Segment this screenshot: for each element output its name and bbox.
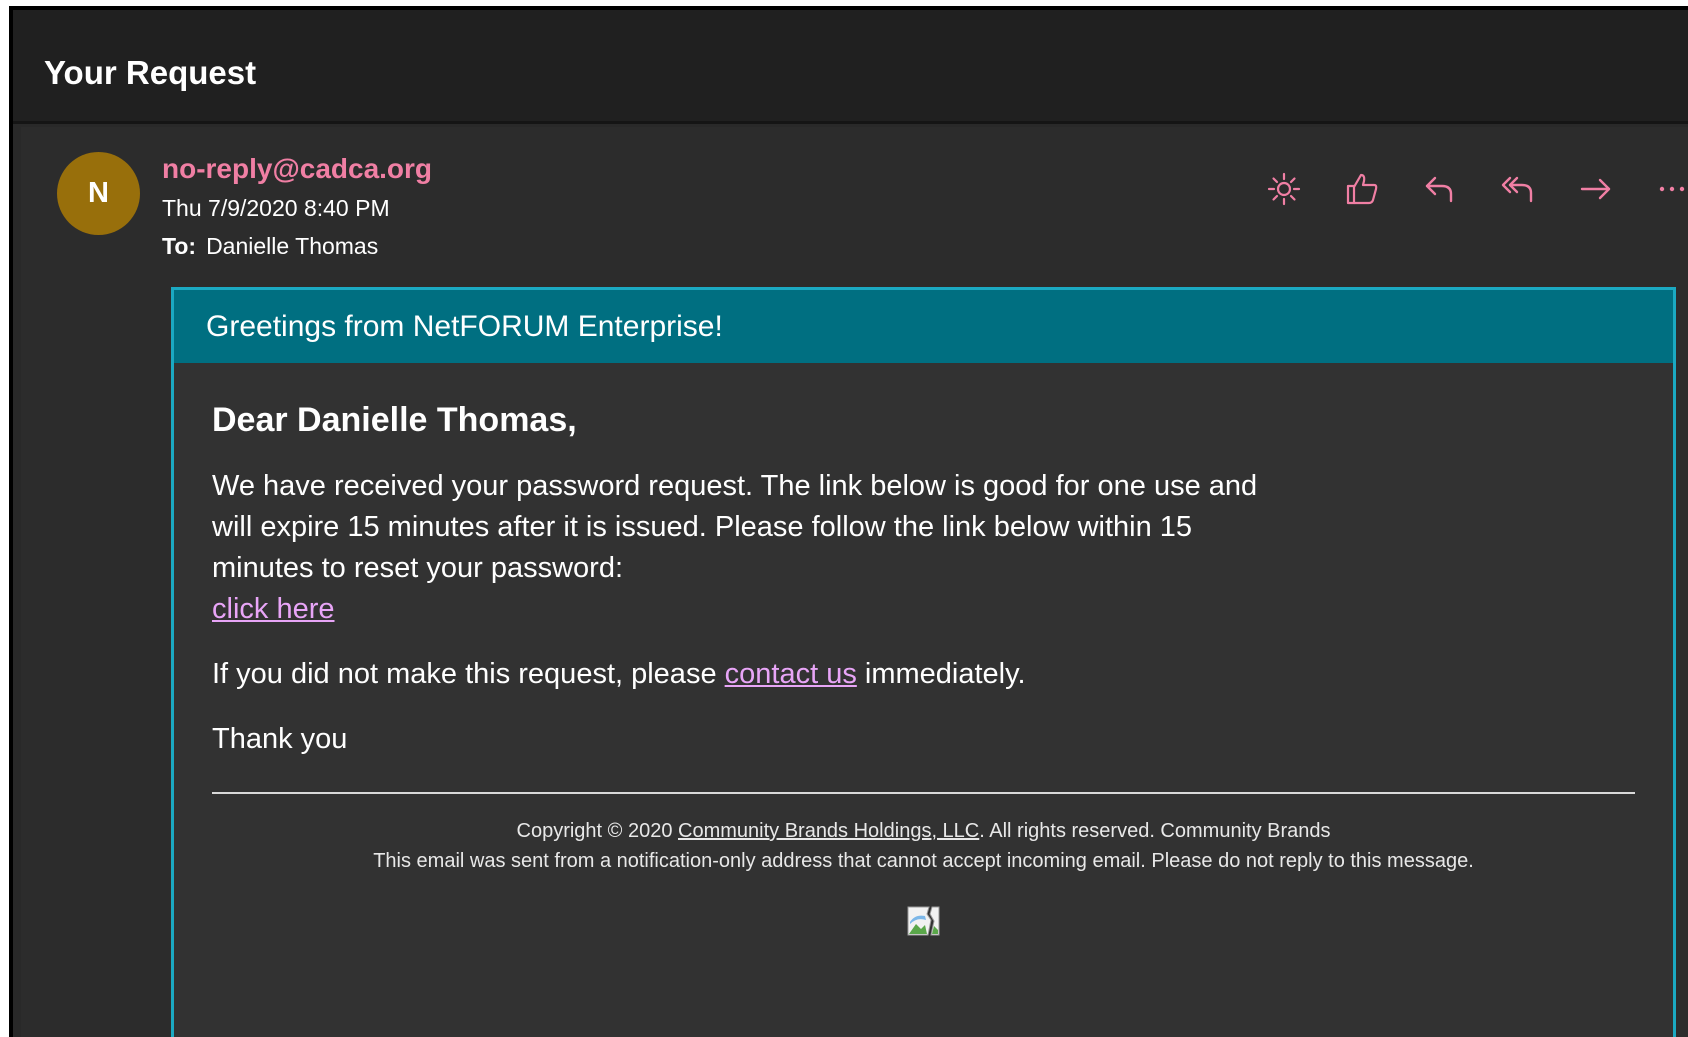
contact-suffix: immediately. <box>856 658 1026 690</box>
subject-bar: Your Request <box>13 10 1688 124</box>
contact-prefix: If you did not make this request, please <box>212 658 725 690</box>
email-paragraph: We have received your password request. … <box>212 466 1272 630</box>
email-banner: Greetings from NetFORUM Enterprise! <box>174 290 1673 363</box>
contact-us-link[interactable]: contact us <box>725 658 857 690</box>
reply-all-icon[interactable] <box>1500 167 1578 211</box>
email-subject: Your Request <box>44 54 257 91</box>
sender-avatar[interactable]: N <box>57 152 140 235</box>
to-label: To: <box>162 233 197 259</box>
email-reader-window: Your Request N no-reply@cadca.org Thu 7/… <box>9 6 1688 1037</box>
copyright-suffix: . All rights reserved. Community Brands <box>979 820 1331 842</box>
thanks-text: Thank you <box>212 723 348 755</box>
notification-notice: This email was sent from a notification-… <box>373 850 1474 872</box>
company-link[interactable]: Community Brands Holdings, LLC <box>678 820 979 842</box>
message-pane: N no-reply@cadca.org Thu 7/9/2020 8:40 P… <box>21 127 1688 1037</box>
sender-address[interactable]: no-reply@cadca.org <box>162 153 432 185</box>
message-actions <box>1266 167 1688 211</box>
more-icon[interactable] <box>1656 167 1688 211</box>
forward-icon[interactable] <box>1578 167 1656 211</box>
email-footer: Copyright © 2020 Community Brands Holdin… <box>212 816 1635 876</box>
broken-image-icon <box>907 906 940 936</box>
recipient-line: To: Danielle Thomas <box>162 233 378 260</box>
copyright-prefix: Copyright © 2020 <box>516 820 678 842</box>
email-greeting: Dear Danielle Thomas, <box>212 401 577 439</box>
recipient-name[interactable]: Danielle Thomas <box>206 233 378 259</box>
reset-password-link[interactable]: click here <box>212 593 335 625</box>
email-content: Dear Danielle Thomas, We have received y… <box>212 363 1635 936</box>
sun-icon[interactable] <box>1266 167 1344 211</box>
email-body-card: Greetings from NetFORUM Enterprise! Dear… <box>171 287 1676 1037</box>
footer-divider <box>212 792 1635 794</box>
sent-date: Thu 7/9/2020 8:40 PM <box>162 195 390 221</box>
reply-icon[interactable] <box>1422 167 1500 211</box>
email-body-text: We have received your password request. … <box>212 470 1258 584</box>
contact-paragraph: If you did not make this request, please… <box>212 654 1635 695</box>
copyright-line: Copyright © 2020 Community Brands Holdin… <box>212 816 1635 846</box>
thumbs-up-icon[interactable] <box>1344 167 1422 211</box>
